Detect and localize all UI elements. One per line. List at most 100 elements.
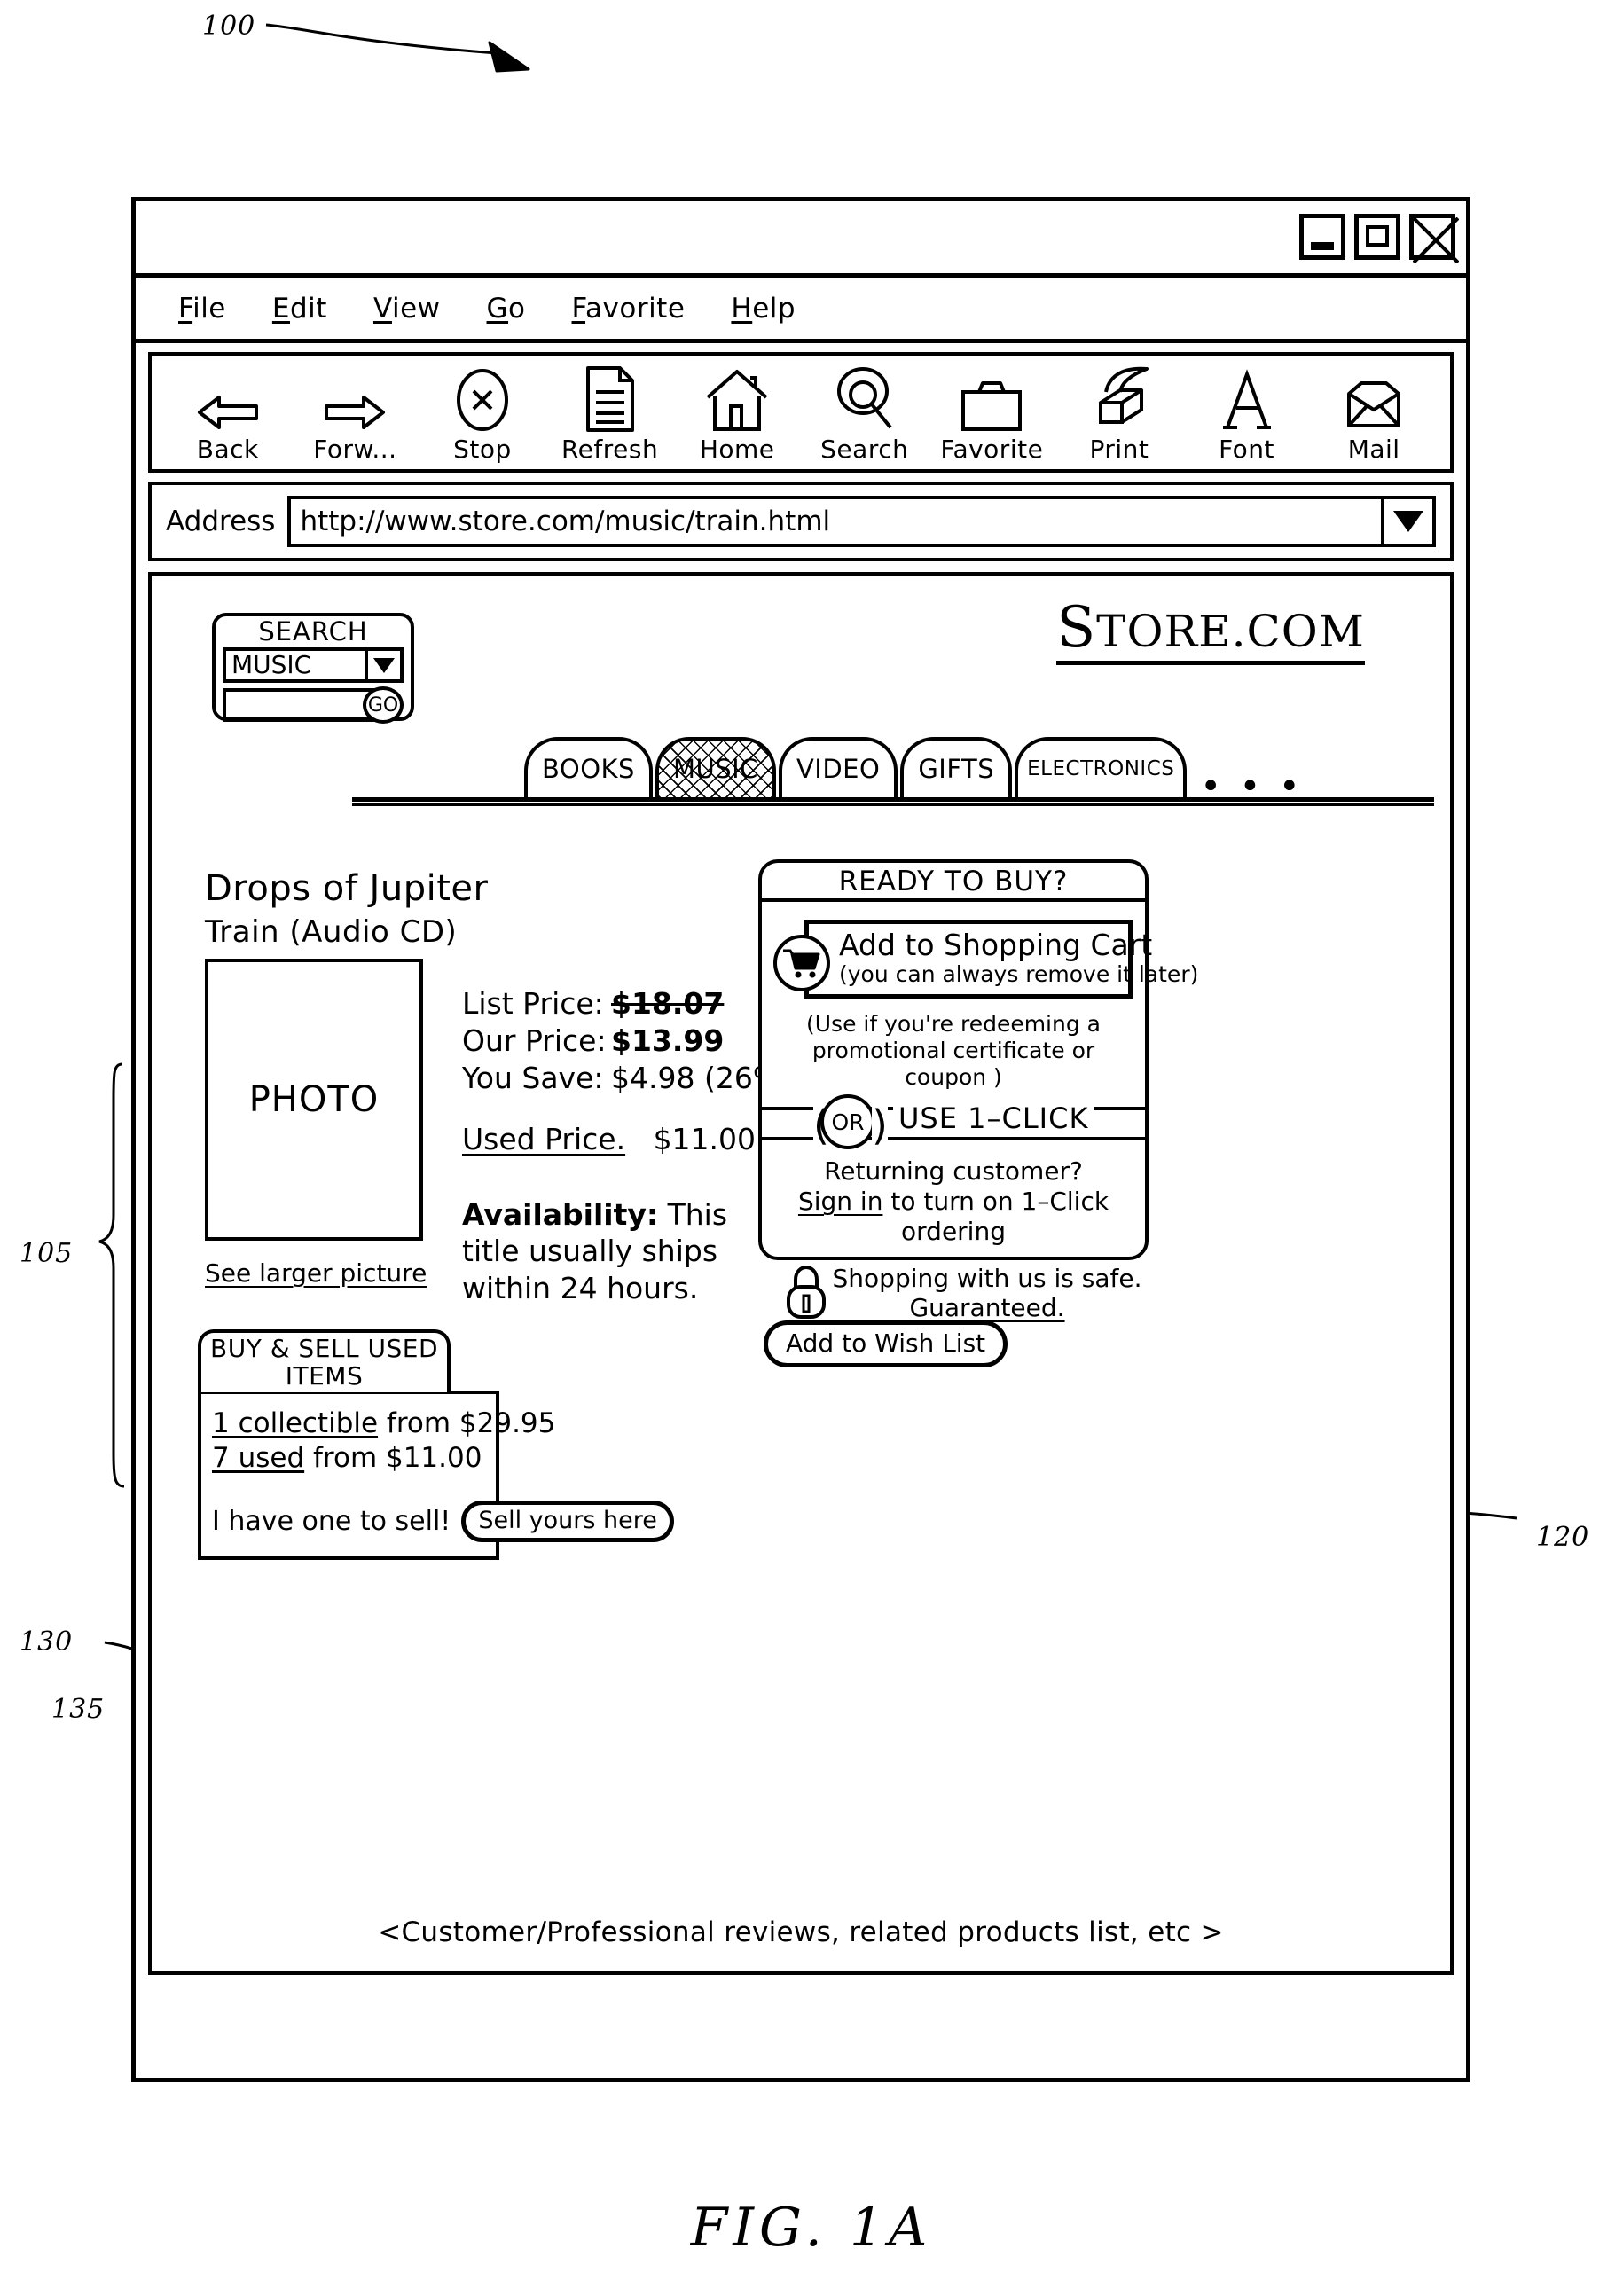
used-price-value: $11.00 <box>653 1122 757 1156</box>
returning-customer-block: Returning customer? Sign in to turn on 1… <box>762 1156 1145 1247</box>
tab-gifts[interactable]: GIFTS <box>900 737 1013 797</box>
price-row-save: You Save: $4.98 (26%) <box>462 1060 792 1097</box>
toolbar: Back Forw... Stop Refresh Home Search Fa… <box>148 352 1454 473</box>
shopping-cart-icon <box>773 935 830 992</box>
buy-sell-used-body: 1 collectible from $29.95 7 used from $1… <box>198 1390 674 1560</box>
address-bar-container: Address http://www.store.com/music/train… <box>136 482 1466 572</box>
price-row-our: Our Price: $13.99 <box>462 1023 792 1060</box>
toolbar-button-font[interactable]: Font <box>1196 365 1298 464</box>
tabs-more-icon[interactable]: • • • <box>1200 769 1303 804</box>
page-content: SEARCH MUSIC GO STORE.COM BOOKS MUSIC VI… <box>148 572 1454 1975</box>
browser-window: File Edit View Go Favorite Help Back For… <box>131 197 1470 2082</box>
tabs-divider <box>352 797 1434 806</box>
window-controls <box>1299 214 1459 263</box>
envelope-icon <box>1340 365 1407 433</box>
search-category-value: MUSIC <box>231 650 312 680</box>
sell-prompt: I have one to sell! <box>212 1505 451 1537</box>
menu-item-favorite[interactable]: Favorite <box>572 293 686 325</box>
our-price-value: $13.99 <box>611 1023 725 1059</box>
add-to-cart-button[interactable]: Add to Shopping Cart (you can always rem… <box>773 920 1198 999</box>
callout-135: 135 <box>51 1694 106 1725</box>
address-label: Address <box>166 505 276 537</box>
menu-item-go[interactable]: Go <box>487 293 526 325</box>
toolbar-button-refresh[interactable]: Refresh <box>559 365 662 464</box>
menu-item-view[interactable]: View <box>373 293 441 325</box>
use-one-click-label[interactable]: USE 1–CLICK <box>893 1101 1094 1136</box>
close-button[interactable] <box>1409 214 1459 263</box>
padlock-icon <box>783 1264 829 1322</box>
toolbar-button-back[interactable]: Back <box>176 365 279 464</box>
sign-in-link[interactable]: Sign in <box>798 1187 883 1216</box>
menu-item-help[interactable]: Help <box>731 293 796 325</box>
guaranteed-link[interactable]: Guaranteed. <box>829 1293 1145 1323</box>
tab-music[interactable]: MUSIC <box>655 737 776 797</box>
sign-in-rest: to turn on 1–Click <box>882 1187 1109 1217</box>
title-bar <box>136 201 1466 278</box>
availability-label: Availability: <box>462 1197 659 1232</box>
promo-note-line1: (Use if you're redeeming a <box>806 1011 1101 1038</box>
stop-x-circle-icon <box>455 365 510 433</box>
add-to-wish-list-button[interactable]: Add to Wish List <box>764 1320 1008 1367</box>
maximize-button[interactable] <box>1354 214 1400 260</box>
you-save-label: You Save: <box>462 1061 604 1096</box>
footer-note: <Customer/Professional reviews, related … <box>378 1916 1224 1948</box>
toolbar-button-favorite[interactable]: Favorite <box>940 365 1043 464</box>
callout-120: 120 <box>1536 1522 1590 1553</box>
address-input[interactable]: http://www.store.com/music/train.html <box>287 496 1384 547</box>
product-photo[interactable]: PHOTO <box>205 959 423 1241</box>
used-price-label[interactable]: Used Price. <box>462 1122 625 1156</box>
safe-shopping-text: Shopping with us is safe. Guaranteed. <box>829 1264 1145 1323</box>
callout-100: 100 <box>202 11 256 42</box>
site-search-header: SEARCH <box>258 616 368 646</box>
arrow-right-icon <box>323 365 387 433</box>
address-dropdown-button[interactable] <box>1384 496 1436 547</box>
sell-yours-here-button[interactable]: Sell yours here <box>461 1500 674 1542</box>
menu-bar: File Edit View Go Favorite Help <box>136 278 1466 343</box>
one-click-divider: ( OR ) USE 1–CLICK <box>762 1094 1145 1150</box>
ready-to-buy-header: READY TO BUY? <box>762 863 1145 903</box>
price-table: List Price: $18.07 Our Price: $13.99 You… <box>462 985 792 1098</box>
search-go-button[interactable]: GO <box>363 686 404 725</box>
used-line: 7 used from $11.00 <box>212 1441 485 1476</box>
search-input[interactable] <box>223 688 375 723</box>
tab-books[interactable]: BOOKS <box>524 737 653 797</box>
toolbar-button-print[interactable]: Print <box>1068 365 1171 464</box>
price-row-list: List Price: $18.07 <box>462 985 792 1023</box>
returning-customer-prompt: Returning customer? <box>824 1156 1083 1187</box>
search-category-dropdown-button[interactable] <box>365 651 400 680</box>
promo-note-line2: promotional certificate or coupon ) <box>812 1038 1095 1091</box>
callout-105: 105 <box>20 1238 74 1269</box>
category-tabs: BOOKS MUSIC VIDEO GIFTS ELECTRONICS • • … <box>524 737 1434 804</box>
toolbar-button-home[interactable]: Home <box>686 365 788 464</box>
see-larger-picture-link[interactable]: See larger picture <box>205 1258 427 1288</box>
or-paren-right: ) <box>872 1101 888 1150</box>
toolbar-button-forward[interactable]: Forw... <box>303 365 406 464</box>
list-price-label: List Price: <box>462 986 604 1021</box>
minimize-button[interactable] <box>1299 214 1345 260</box>
house-icon <box>704 365 770 433</box>
sign-in-line: Sign in to turn on 1–Click <box>772 1187 1134 1217</box>
used-link[interactable]: 7 used <box>212 1442 304 1474</box>
letter-a-icon <box>1220 365 1274 433</box>
tab-electronics[interactable]: ELECTRONICS <box>1015 737 1188 797</box>
printer-icon <box>1083 365 1156 433</box>
used-rest: from $11.00 <box>304 1441 482 1474</box>
tab-video[interactable]: VIDEO <box>778 737 898 797</box>
safe-line-1: Shopping with us is safe. <box>832 1263 1142 1293</box>
availability: Availability: This title usually ships w… <box>462 1196 737 1306</box>
toolbar-button-mail[interactable]: Mail <box>1322 365 1425 464</box>
or-badge: OR <box>820 1094 875 1150</box>
search-query-row: GO <box>223 686 404 725</box>
toolbar-button-stop[interactable]: Stop <box>431 365 534 464</box>
collectible-link[interactable]: 1 collectible <box>212 1407 378 1439</box>
search-category-select[interactable]: MUSIC <box>223 647 404 684</box>
document-icon <box>583 365 638 433</box>
buy-sell-used-panel: BUY & SELL USED ITEMS 1 collectible from… <box>198 1329 674 1560</box>
menu-item-edit[interactable]: Edit <box>272 293 327 325</box>
address-bar: Address http://www.store.com/music/train… <box>148 482 1454 561</box>
patent-figure-page: 100 115 105 120 130 140 135 127 125 File… <box>0 0 1623 2296</box>
close-icon <box>1413 217 1459 263</box>
menu-item-file[interactable]: File <box>178 293 226 325</box>
add-to-cart-label: Add to Shopping Cart <box>839 928 1153 963</box>
toolbar-button-search[interactable]: Search <box>813 365 916 464</box>
